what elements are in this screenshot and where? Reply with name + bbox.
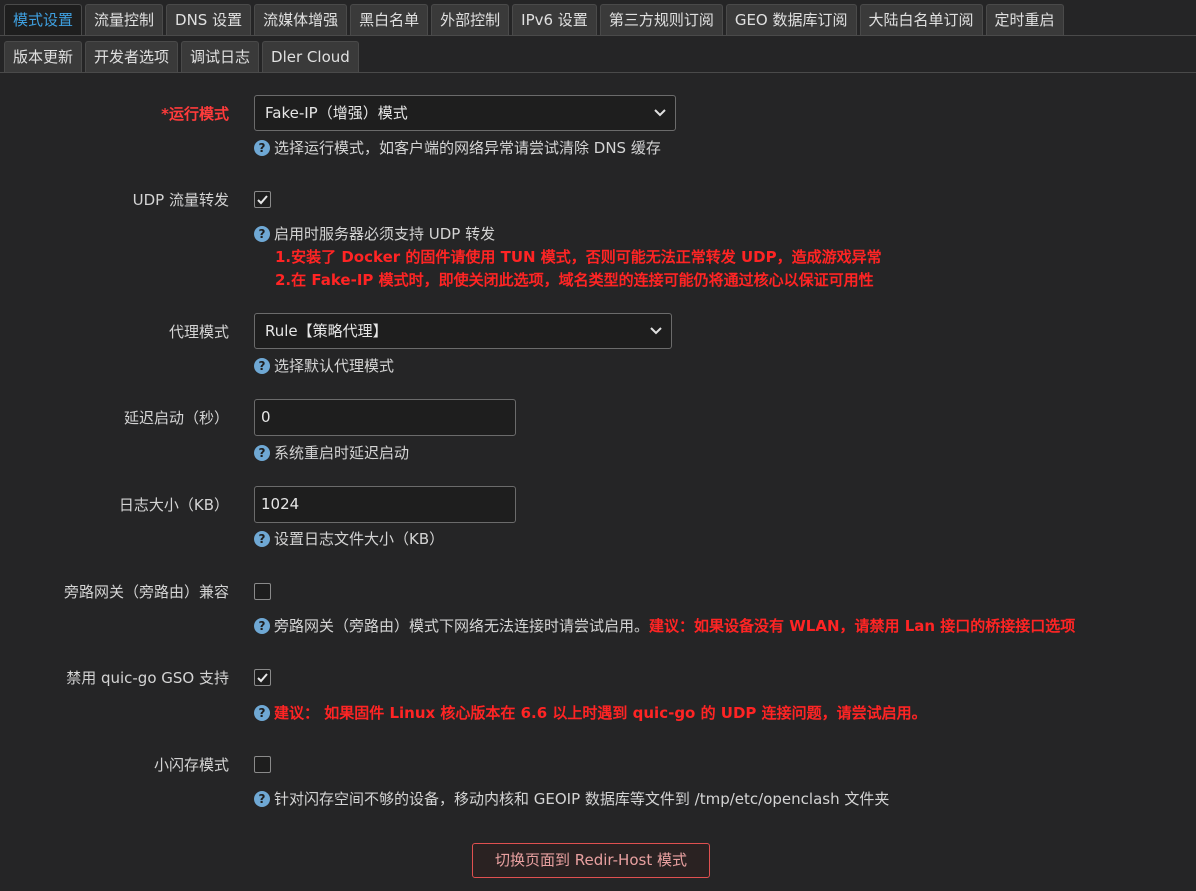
log-size-input[interactable]: 1024: [254, 486, 516, 523]
tab-primary-1[interactable]: 流量控制: [85, 4, 164, 35]
tab-divider: [0, 72, 1196, 73]
check-icon: [257, 673, 268, 683]
bypass-gateway-help: ? 旁路网关（旁路由）模式下网络无法连接时请尝试启用。 建议：如果设备没有 WLA…: [254, 615, 1075, 636]
bypass-gateway-label: 旁路网关（旁路由）兼容: [63, 583, 229, 601]
tab-primary-9[interactable]: 大陆白名单订阅: [859, 4, 983, 35]
tab-primary-0[interactable]: 模式设置: [4, 4, 83, 35]
check-icon: [257, 195, 268, 205]
proxy-mode-value: Rule【策略代理】: [265, 322, 388, 340]
tab-primary-7[interactable]: 第三方规则订阅: [599, 4, 723, 35]
small-flash-checkbox[interactable]: [254, 756, 271, 773]
quic-gso-help: ? 建议： 如果固件 Linux 核心版本在 6.6 以上时遇到 quic-go…: [254, 702, 927, 723]
tab-primary-5[interactable]: 外部控制: [431, 4, 510, 35]
run-mode-value: Fake-IP（增强）模式: [265, 104, 408, 122]
tab-secondary-0[interactable]: 版本更新: [4, 41, 83, 72]
quic-gso-label: 禁用 quic-go GSO 支持: [66, 669, 229, 687]
help-icon: ?: [254, 444, 270, 461]
help-icon: ?: [254, 357, 270, 374]
bypass-gateway-warning: 建议：如果设备没有 WLAN，请禁用 Lan 接口的桥接接口选项: [649, 617, 1076, 635]
delay-start-help: ? 系统重启时延迟启动: [254, 442, 409, 463]
tab-secondary-2[interactable]: 调试日志: [181, 41, 260, 72]
run-mode-help: ? 选择运行模式，如客户端的网络异常请尝试清除 DNS 缓存: [254, 137, 661, 158]
tab-bar-primary: 模式设置 流量控制 DNS 设置 流媒体增强 黑白名单 外部控制 IPv6 设置 第三方规则订…: [4, 4, 1064, 35]
tab-primary-2[interactable]: DNS 设置: [166, 4, 252, 35]
udp-warning-2: 2.在 Fake-IP 模式时，即使关闭此选项，域名类型的连接可能仍将通过核心以…: [275, 271, 874, 289]
help-icon: ?: [254, 617, 270, 634]
bypass-gateway-checkbox[interactable]: [254, 583, 271, 600]
help-icon: ?: [254, 790, 270, 807]
chevron-down-icon: [650, 327, 662, 335]
tab-divider: [0, 35, 1196, 36]
tab-primary-3[interactable]: 流媒体增强: [254, 4, 348, 35]
tab-primary-10[interactable]: 定时重启: [985, 4, 1064, 35]
run-mode-select[interactable]: Fake-IP（增强）模式: [254, 95, 676, 131]
run-mode-label: *运行模式: [161, 105, 229, 123]
tab-primary-4[interactable]: 黑白名单: [350, 4, 429, 35]
proxy-mode-label: 代理模式: [168, 323, 229, 341]
delay-start-input[interactable]: 0: [254, 399, 516, 436]
delay-start-label: 延迟启动（秒）: [123, 409, 229, 427]
help-icon: ?: [254, 139, 270, 156]
tab-bar-secondary: 版本更新 开发者选项 调试日志 Dler Cloud: [4, 41, 359, 72]
small-flash-label: 小闪存模式: [153, 756, 229, 774]
proxy-mode-select[interactable]: Rule【策略代理】: [254, 313, 672, 349]
tab-secondary-3[interactable]: Dler Cloud: [262, 41, 359, 72]
tab-secondary-1[interactable]: 开发者选项: [85, 41, 179, 72]
tab-primary-8[interactable]: GEO 数据库订阅: [725, 4, 857, 35]
udp-forward-label: UDP 流量转发: [132, 191, 229, 209]
log-size-help: ? 设置日志文件大小（KB）: [254, 528, 444, 549]
udp-forward-checkbox[interactable]: [254, 191, 271, 208]
chevron-down-icon: [654, 109, 666, 117]
proxy-mode-help: ? 选择默认代理模式: [254, 355, 394, 376]
udp-forward-help: ? 启用时服务器必须支持 UDP 转发: [254, 223, 495, 244]
help-icon: ?: [254, 704, 270, 721]
udp-warning-1: 1.安装了 Docker 的固件请使用 TUN 模式，否则可能无法正常转发 UD…: [275, 248, 882, 266]
switch-redir-host-button[interactable]: 切换页面到 Redir-Host 模式: [472, 843, 710, 878]
help-icon: ?: [254, 530, 270, 547]
small-flash-help: ? 针对闪存空间不够的设备，移动内核和 GEOIP 数据库等文件到 /tmp/e…: [254, 788, 889, 809]
log-size-label: 日志大小（KB）: [118, 496, 229, 514]
quic-gso-checkbox[interactable]: [254, 669, 271, 686]
tab-primary-6[interactable]: IPv6 设置: [512, 4, 597, 35]
help-icon: ?: [254, 225, 270, 242]
